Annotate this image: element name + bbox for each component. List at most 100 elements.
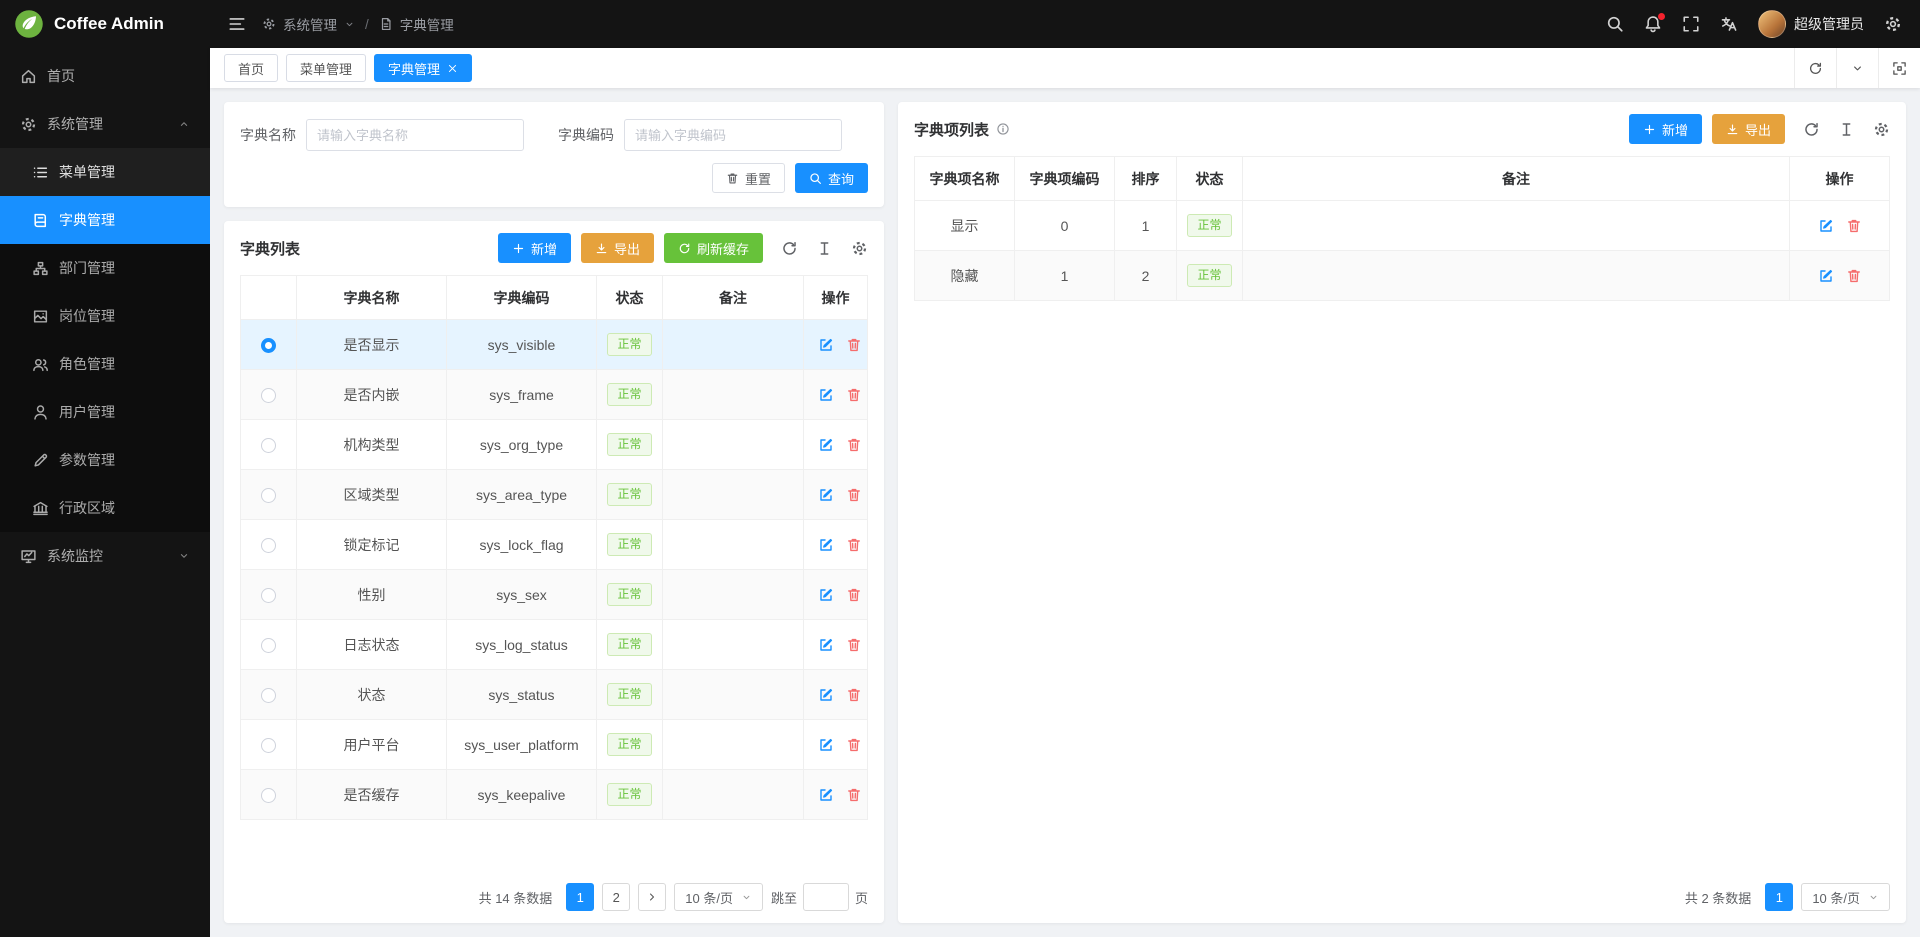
edit-icon[interactable] [818,537,834,553]
refresh-page-button[interactable] [1794,48,1836,88]
sidebar-item-tree[interactable]: 部门管理 [0,244,210,292]
delete-icon[interactable] [846,637,862,653]
fullscreen-button[interactable] [1682,15,1700,33]
tab-菜单管理[interactable]: 菜单管理 [286,54,366,82]
settings-button[interactable] [1884,15,1902,33]
column-header: 操作 [1790,157,1890,201]
dict-name-input[interactable] [306,119,524,151]
edit-icon[interactable] [818,437,834,453]
menu-collapse-button[interactable] [228,15,246,33]
edit-icon[interactable] [1818,218,1834,234]
row-radio[interactable] [261,538,276,553]
row-density-icon[interactable] [816,240,833,257]
sidebar-item-book[interactable]: 字典管理 [0,196,210,244]
content-fullscreen-button[interactable] [1878,48,1920,88]
page-button-1[interactable]: 1 [1765,883,1793,911]
page-button-1[interactable]: 1 [566,883,594,911]
search-button[interactable] [1606,15,1624,33]
app-logo: Coffee Admin [0,0,210,48]
row-radio[interactable] [261,438,276,453]
row-radio[interactable] [261,638,276,653]
edit-icon[interactable] [818,637,834,653]
tab-options-button[interactable] [1836,48,1878,88]
edit-icon[interactable] [1818,268,1834,284]
reset-button[interactable]: 重置 [712,163,785,193]
row-radio[interactable] [261,588,276,603]
info-icon[interactable] [996,122,1010,136]
table-row[interactable]: 是否缓存sys_keepalive正常 [241,770,868,820]
delete-icon[interactable] [846,737,862,753]
row-radio[interactable] [261,788,276,803]
edit-icon[interactable] [818,787,834,803]
sidebar-item-bank[interactable]: 行政区域 [0,484,210,532]
table-row[interactable]: 用户平台sys_user_platform正常 [241,720,868,770]
jump-page-input[interactable] [803,883,849,911]
refresh-table-icon[interactable] [781,240,798,257]
table-row[interactable]: 机构类型sys_org_type正常 [241,420,868,470]
tab-首页[interactable]: 首页 [224,54,278,82]
page-size-select[interactable]: 10 条/页 [674,883,763,911]
table-row[interactable]: 是否内嵌sys_frame正常 [241,370,868,420]
edit-icon[interactable] [818,387,834,403]
sidebar-item-frame[interactable]: 岗位管理 [0,292,210,340]
delete-icon[interactable] [846,687,862,703]
dict-item-card: 字典项列表 新增 导出 [898,102,1906,923]
delete-icon[interactable] [1846,268,1862,284]
gear-icon [262,17,276,31]
notifications-button[interactable] [1644,15,1662,33]
delete-icon[interactable] [846,437,862,453]
sidebar-item-monitor[interactable]: 系统监控 [0,532,210,580]
page-button-2[interactable]: 2 [602,883,630,911]
breadcrumb-item-system[interactable]: 系统管理 [283,14,337,34]
user-menu[interactable]: 超级管理员 [1758,10,1864,38]
column-settings-icon[interactable] [851,240,868,257]
sidebar-item-people[interactable]: 角色管理 [0,340,210,388]
table-row[interactable]: 性别sys_sex正常 [241,570,868,620]
sidebar-item-home[interactable]: 首页 [0,52,210,100]
column-settings-icon[interactable] [1873,121,1890,138]
delete-icon[interactable] [846,787,862,803]
sidebar-item-system[interactable]: 系统管理 [0,100,210,148]
row-radio[interactable] [261,338,276,353]
add-item-button[interactable]: 新增 [1629,114,1702,144]
delete-icon[interactable] [846,587,862,603]
edit-icon[interactable] [818,587,834,603]
edit-icon[interactable] [818,337,834,353]
next-page-button[interactable] [638,883,666,911]
page-size-select[interactable]: 10 条/页 [1801,883,1890,911]
row-radio[interactable] [261,388,276,403]
table-row[interactable]: 显示01正常 [915,201,1890,251]
delete-icon[interactable] [846,537,862,553]
close-icon[interactable] [447,63,458,74]
table-row[interactable]: 状态sys_status正常 [241,670,868,720]
refresh-table-icon[interactable] [1803,121,1820,138]
delete-icon[interactable] [1846,218,1862,234]
delete-icon[interactable] [846,387,862,403]
dict-code-cell: sys_frame [447,370,597,420]
dict-code-input[interactable] [624,119,842,151]
row-radio[interactable] [261,738,276,753]
language-button[interactable] [1720,15,1738,33]
export-button[interactable]: 导出 [581,233,654,263]
sidebar-item-list[interactable]: 菜单管理 [0,148,210,196]
row-density-icon[interactable] [1838,121,1855,138]
sidebar-item-user[interactable]: 用户管理 [0,388,210,436]
edit-icon[interactable] [818,487,834,503]
query-button[interactable]: 查询 [795,163,868,193]
add-button[interactable]: 新增 [498,233,571,263]
table-row[interactable]: 区域类型sys_area_type正常 [241,470,868,520]
tab-字典管理[interactable]: 字典管理 [374,54,472,82]
table-row[interactable]: 隐藏12正常 [915,251,1890,301]
delete-icon[interactable] [846,487,862,503]
refresh-cache-button[interactable]: 刷新缓存 [664,233,763,263]
export-item-button[interactable]: 导出 [1712,114,1785,144]
row-radio[interactable] [261,488,276,503]
edit-icon[interactable] [818,737,834,753]
table-row[interactable]: 日志状态sys_log_status正常 [241,620,868,670]
table-row[interactable]: 是否显示sys_visible正常 [241,320,868,370]
edit-icon[interactable] [818,687,834,703]
row-radio[interactable] [261,688,276,703]
delete-icon[interactable] [846,337,862,353]
table-row[interactable]: 锁定标记sys_lock_flag正常 [241,520,868,570]
sidebar-item-pen[interactable]: 参数管理 [0,436,210,484]
